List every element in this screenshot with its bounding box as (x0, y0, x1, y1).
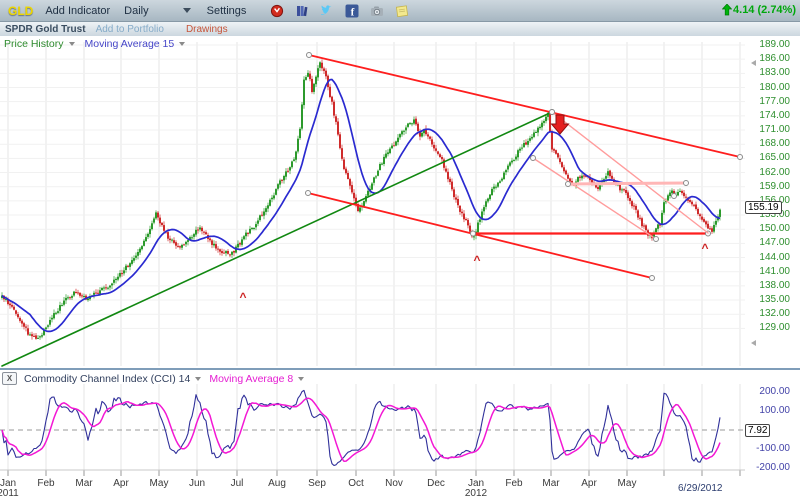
add-indicator-button[interactable]: Add Indicator (45, 5, 110, 17)
chevron-down-icon (298, 377, 304, 381)
add-to-portfolio-button[interactable]: Add to Portfolio (96, 24, 164, 35)
price-axis-label: 165.00 (750, 153, 790, 163)
anchor-point[interactable] (650, 276, 655, 281)
cci-axis-label: 200.00 (750, 387, 790, 397)
facebook-icon[interactable]: f (345, 4, 359, 18)
month-label: Apr (574, 478, 604, 489)
anchor-point[interactable] (306, 191, 311, 196)
anchor-point[interactable] (672, 194, 677, 199)
settings-button[interactable]: Settings (207, 5, 247, 17)
price-axis-label: 135.00 (750, 295, 790, 305)
price-axis-label: 168.00 (750, 139, 790, 149)
month-label: Mar (536, 478, 566, 489)
month-label: Sep (302, 478, 332, 489)
month-label: May (144, 478, 174, 489)
price-axis-label: 189.00 (750, 40, 790, 50)
camera-icon[interactable] (370, 4, 384, 18)
library-icon[interactable] (295, 4, 309, 18)
charting-app: ^ ^ ^ GLD Add Indicator Daily Settings (0, 0, 800, 501)
downtrend-upper-line[interactable] (309, 55, 740, 157)
anchor-point[interactable] (654, 237, 659, 242)
cci-value-marker: 7.92 (745, 424, 770, 437)
price-axis-label: 162.00 (750, 168, 790, 178)
anchor-point[interactable] (566, 182, 571, 187)
symbol-label: GLD (8, 4, 33, 18)
top-toolbar: GLD Add Indicator Daily Settings f (0, 0, 800, 22)
cci-ma-dropdown[interactable]: Moving Average 8 (209, 373, 293, 385)
alert-caret-marker[interactable]: ^ (239, 290, 246, 304)
month-label: Feb (31, 478, 61, 489)
cci-dropdown[interactable]: Commodity Channel Index (CCI) 14 (24, 373, 190, 385)
cci-pane-header: X Commodity Channel Index (CCI) 14 Movin… (2, 372, 304, 385)
alert-caret-marker[interactable]: ^ (701, 241, 708, 255)
anchor-point[interactable] (531, 156, 536, 161)
collapse-axis-icon[interactable] (751, 340, 756, 346)
cci-axis-label: -100.00 (750, 444, 790, 454)
up-arrow-icon (722, 4, 732, 16)
year-label: 2011 (0, 488, 23, 499)
price-axis-label: 141.00 (750, 267, 790, 277)
month-label: Aug (262, 478, 292, 489)
cci-axis-label: 100.00 (750, 406, 790, 416)
price-axis-label: 174.00 (750, 111, 790, 121)
pink-resistance-line[interactable] (568, 183, 686, 184)
anchor-point[interactable] (471, 231, 476, 236)
toolbar-icons: f (270, 4, 409, 18)
alerts-icon[interactable] (270, 4, 284, 18)
month-label: Nov (379, 478, 409, 489)
price-axis-label: 132.00 (750, 309, 790, 319)
timeframe-label: Daily (124, 5, 148, 17)
price-axis-label: 177.00 (750, 97, 790, 107)
anchor-point[interactable] (307, 53, 312, 58)
timeframe-dropdown[interactable]: Daily (124, 5, 190, 17)
month-label: Feb (499, 478, 529, 489)
company-name: SPDR Gold Trust (5, 24, 86, 35)
chevron-down-icon (183, 8, 191, 13)
month-label: Jul (222, 478, 252, 489)
month-label: Mar (69, 478, 99, 489)
price-axis-label: 180.00 (750, 83, 790, 93)
close-indicator-button[interactable]: X (2, 372, 17, 385)
month-label: May (612, 478, 642, 489)
chevron-down-icon (195, 377, 201, 381)
alert-caret-marker[interactable]: ^ (473, 253, 480, 267)
cci-axis-label: -200.00 (750, 463, 790, 473)
chart-canvas[interactable]: ^ ^ ^ (0, 0, 800, 501)
month-label: Apr (106, 478, 136, 489)
price-axis-label: 138.00 (750, 281, 790, 291)
symbol-subbar: SPDR Gold Trust Add to Portfolio Drawing… (0, 22, 800, 36)
end-date-label: 6/29/2012 (678, 483, 723, 494)
price-pane-header: Price History Moving Average 15 (4, 38, 185, 50)
svg-text:f: f (351, 6, 355, 18)
year-label: 2012 (461, 488, 491, 499)
twitter-icon[interactable] (320, 4, 334, 18)
notes-icon[interactable] (395, 4, 409, 18)
anchor-point[interactable] (550, 110, 555, 115)
last-price-marker: 155.19 (745, 201, 782, 214)
chevron-down-icon (179, 42, 185, 46)
price-change-indicator: 4.14 (2.74%) (722, 4, 796, 16)
pane-divider (0, 368, 800, 370)
price-axis-label: 129.00 (750, 323, 790, 333)
price-axis-label: 147.00 (750, 238, 790, 248)
chevron-down-icon (69, 42, 75, 46)
price-axis-label: 171.00 (750, 125, 790, 135)
change-value: 4.14 (2.74%) (733, 4, 796, 16)
price-axis-label: 144.00 (750, 253, 790, 263)
month-label: Jun (182, 478, 212, 489)
down-arrow-marker[interactable] (552, 115, 569, 134)
price-axis-label: 186.00 (750, 54, 790, 64)
moving-average-dropdown[interactable]: Moving Average 15 (85, 38, 175, 50)
month-label: Oct (341, 478, 371, 489)
month-label: Dec (421, 478, 451, 489)
anchor-point[interactable] (738, 155, 743, 160)
price-axis-label: 183.00 (750, 68, 790, 78)
price-axis-label: 150.00 (750, 224, 790, 234)
anchor-point[interactable] (684, 181, 689, 186)
drawings-button[interactable]: Drawings (186, 24, 228, 35)
price-history-dropdown[interactable]: Price History (4, 38, 64, 50)
price-axis-label: 159.00 (750, 182, 790, 192)
